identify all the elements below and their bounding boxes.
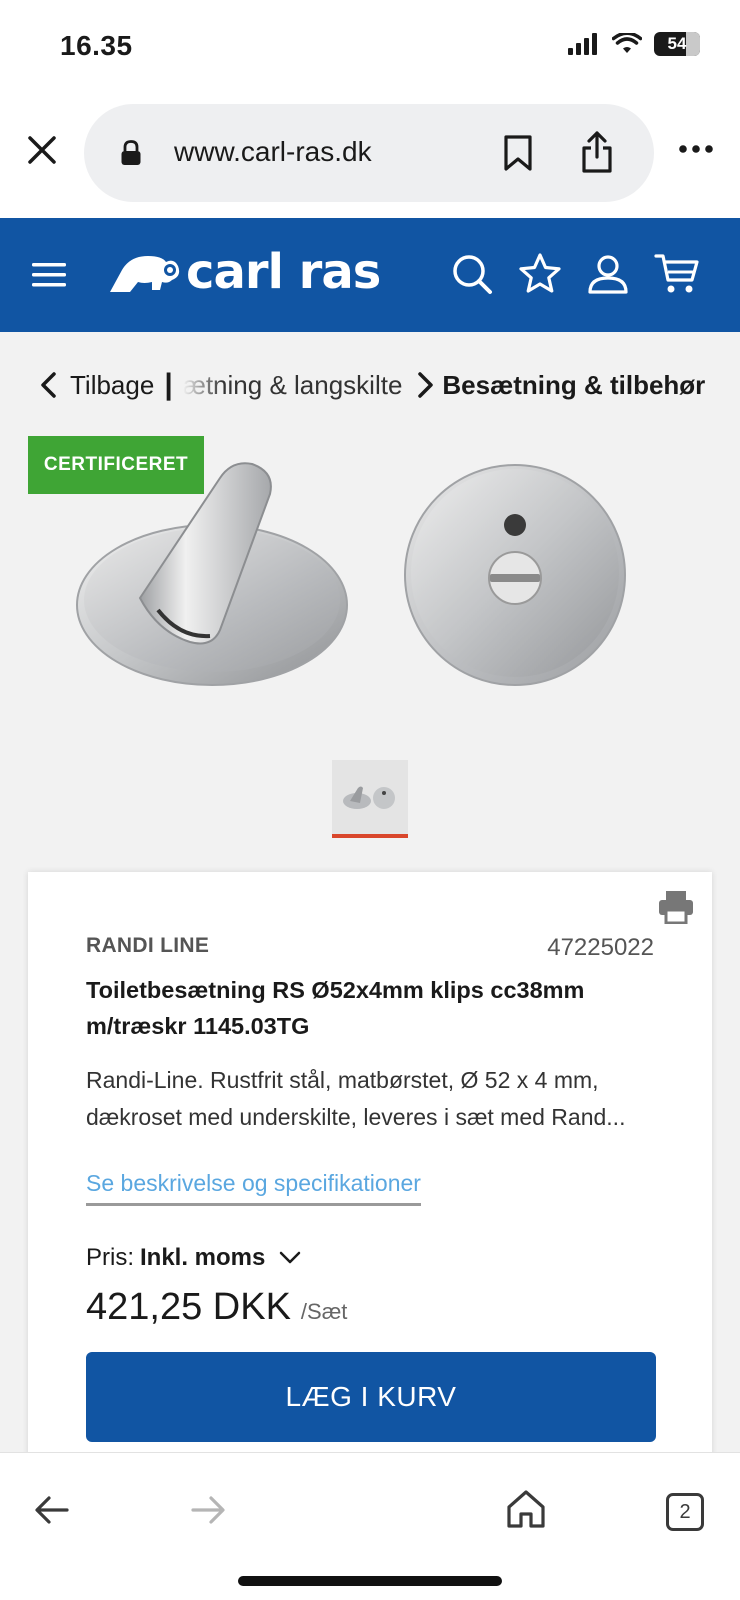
breadcrumb: Tilbage | ætning & langskilte Besætning … — [38, 360, 728, 410]
menu-icon[interactable] — [32, 262, 66, 288]
chevron-down-icon — [280, 1251, 301, 1264]
user-icon[interactable] — [586, 252, 630, 296]
product-title: Toiletbesætning RS Ø52x4mm klips cc38mm … — [86, 977, 585, 1039]
address-bar[interactable]: www.carl-ras.dk — [84, 104, 654, 202]
chevron-left-icon — [41, 372, 56, 398]
cart-icon[interactable] — [654, 252, 700, 296]
price-unit: /Sæt — [300, 1299, 348, 1324]
price-label: Pris: — [86, 1244, 134, 1271]
price-amount: 421,25 DKK — [86, 1286, 291, 1328]
header-icons — [450, 252, 700, 296]
share-icon[interactable] — [580, 130, 614, 174]
status-time: 16.35 — [60, 30, 133, 61]
browser-bar: www.carl-ras.dk — [0, 96, 740, 218]
product-sku: 47225022 — [547, 934, 654, 961]
tabs-button[interactable]: 2 — [666, 1493, 704, 1531]
chevron-right-icon — [418, 372, 434, 398]
page: 16.35 54 www.carl-ras.dk carl ras Tilbag… — [0, 0, 740, 1600]
breadcrumb-back-label: Tilbage — [70, 369, 155, 400]
home-icon[interactable] — [506, 1489, 546, 1529]
price-mode-selector[interactable]: Pris: Inkl. moms — [86, 1244, 301, 1272]
battery-indicator: 54 — [654, 32, 700, 56]
back-arrow-icon[interactable] — [34, 1495, 70, 1525]
more-icon[interactable] — [678, 144, 714, 154]
product-card: RANDI LINE 47225022 Toiletbesætning RS Ø… — [28, 872, 712, 1472]
thumbnail-active-indicator — [332, 834, 408, 838]
thumbnail-image — [343, 786, 395, 809]
search-icon[interactable] — [450, 252, 494, 296]
breadcrumb-parent[interactable]: ætning & langskilte — [182, 369, 402, 401]
logo-text: carl ras — [186, 244, 381, 300]
url-text[interactable]: www.carl-ras.dk — [174, 136, 372, 168]
certified-badge: CERTIFICERET — [28, 436, 204, 494]
home-indicator — [238, 1576, 502, 1586]
breadcrumb-separator: | — [164, 368, 173, 401]
site-header: carl ras — [0, 218, 740, 332]
star-icon[interactable] — [518, 252, 562, 296]
ram-logo-icon — [110, 256, 180, 292]
breadcrumb-back[interactable]: Tilbage — [38, 370, 154, 401]
price-mode: Inkl. moms — [140, 1244, 266, 1271]
product-description: Randi-Line. Rustfrit stål, matbørstet, Ø… — [86, 1067, 626, 1130]
forward-arrow-icon[interactable] — [190, 1495, 226, 1525]
breadcrumb-current[interactable]: Besætning & tilbehør — [442, 370, 705, 401]
price: 421,25 DKK /Sæt — [86, 1286, 347, 1329]
battery-level: 54 — [667, 34, 687, 53]
spec-link[interactable]: Se beskrivelse og specifikationer — [86, 1170, 421, 1206]
status-icons: 54 — [568, 32, 700, 56]
site-logo[interactable]: carl ras — [108, 244, 381, 300]
product-brand: RANDI LINE — [86, 934, 210, 957]
signal-icon — [568, 33, 597, 55]
product-image[interactable] — [70, 460, 650, 700]
wifi-icon — [612, 33, 642, 53]
lock-icon — [121, 140, 141, 165]
status-bar: 16.35 54 — [0, 0, 740, 96]
print-icon[interactable] — [658, 890, 694, 924]
add-to-cart-button[interactable]: LÆG I KURV — [86, 1352, 656, 1442]
bookmark-icon[interactable] — [502, 134, 534, 172]
thumbnail[interactable] — [332, 760, 408, 836]
close-icon[interactable] — [24, 132, 60, 168]
